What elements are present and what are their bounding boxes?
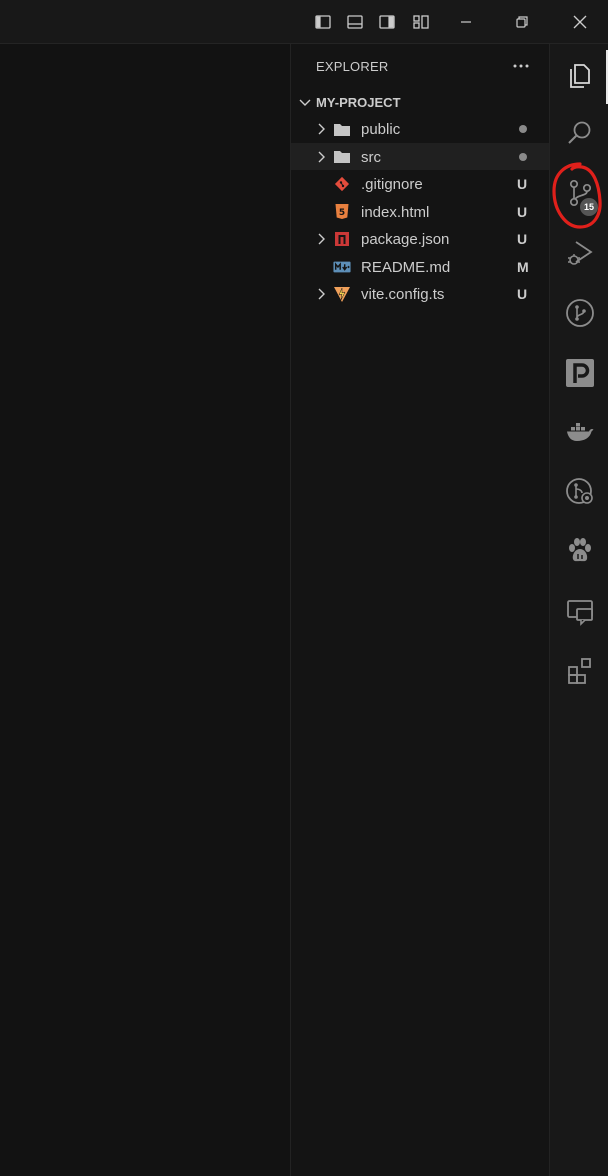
remote-git-icon[interactable] xyxy=(550,462,608,520)
source-control-badge: 15 xyxy=(580,198,598,216)
tree-item-public[interactable]: public xyxy=(291,115,550,143)
activity-bar: 15 xyxy=(549,44,608,1176)
git-status-badge: U xyxy=(517,176,528,192)
explorer-title: EXPLORER xyxy=(316,59,389,74)
tree-item-package-json[interactable]: package.json U xyxy=(291,225,550,253)
paw-icon[interactable] xyxy=(550,522,608,580)
chevron-right-icon xyxy=(318,151,325,162)
markdown-icon xyxy=(333,258,351,276)
tree-item-label: vite.config.ts xyxy=(361,286,445,303)
modified-dot xyxy=(519,152,527,161)
docker-icon[interactable] xyxy=(550,402,608,460)
minimize-icon[interactable] xyxy=(454,10,478,34)
run-debug-icon[interactable] xyxy=(550,224,608,282)
chevron-right-icon xyxy=(318,233,325,245)
git-status-badge: U xyxy=(517,203,528,220)
title-bar xyxy=(0,0,608,44)
npm-icon xyxy=(333,230,351,248)
source-control-icon[interactable]: 15 xyxy=(550,164,608,222)
toggle-secondary-sidebar-icon[interactable] xyxy=(375,10,399,34)
git-status-badge: U xyxy=(517,231,528,247)
tree-item-readme[interactable]: README.md M xyxy=(291,253,550,281)
toggle-primary-sidebar-icon[interactable] xyxy=(311,10,335,34)
more-actions-icon[interactable] xyxy=(511,56,531,76)
toggle-panel-icon[interactable] xyxy=(343,10,367,34)
tree-item-src[interactable]: src xyxy=(291,142,550,170)
pdf-icon[interactable] xyxy=(550,344,608,402)
explorer-sidebar: EXPLORER MY-PROJECT public src .gitignor… xyxy=(290,44,550,1176)
tree-item-label: README.md xyxy=(361,258,451,276)
chevron-right-icon xyxy=(318,123,325,135)
git-status-badge: M xyxy=(517,258,529,275)
git-icon xyxy=(333,175,351,193)
close-icon[interactable] xyxy=(568,10,592,34)
tree-item-index-html[interactable]: 5 index.html U xyxy=(291,198,550,226)
folder-icon xyxy=(333,148,351,166)
tree-item-label: src xyxy=(361,148,381,166)
modified-dot xyxy=(519,125,527,133)
tree-item-label: public xyxy=(361,121,401,138)
git-graph-icon[interactable] xyxy=(550,284,608,342)
editor-area[interactable] xyxy=(0,44,290,1176)
file-tree: public src .gitignore U 5 index.html U p… xyxy=(291,115,550,308)
chevron-right-icon xyxy=(318,288,325,300)
extensions-icon[interactable] xyxy=(550,642,608,700)
search-icon[interactable] xyxy=(550,104,608,162)
tree-item-gitignore[interactable]: .gitignore U xyxy=(291,170,550,198)
project-folder-header[interactable]: MY-PROJECT xyxy=(291,90,550,114)
explorer-header: EXPLORER xyxy=(291,44,550,88)
explorer-icon[interactable] xyxy=(550,46,608,104)
customize-layout-icon[interactable] xyxy=(409,10,433,34)
html-icon: 5 xyxy=(333,203,351,221)
tree-item-vite-config[interactable]: vite.config.ts U xyxy=(291,280,550,308)
tree-item-label: index.html xyxy=(361,203,430,221)
folder-icon xyxy=(333,120,351,138)
restore-icon[interactable] xyxy=(510,10,534,34)
remote-explorer-icon[interactable] xyxy=(550,582,608,640)
project-name: MY-PROJECT xyxy=(316,95,401,110)
git-status-badge: U xyxy=(517,286,528,302)
chevron-down-icon xyxy=(299,99,311,106)
tree-item-label: .gitignore xyxy=(361,176,423,193)
tree-item-label: package.json xyxy=(361,231,450,248)
svg-text:5: 5 xyxy=(339,208,345,218)
vite-icon xyxy=(333,285,351,303)
